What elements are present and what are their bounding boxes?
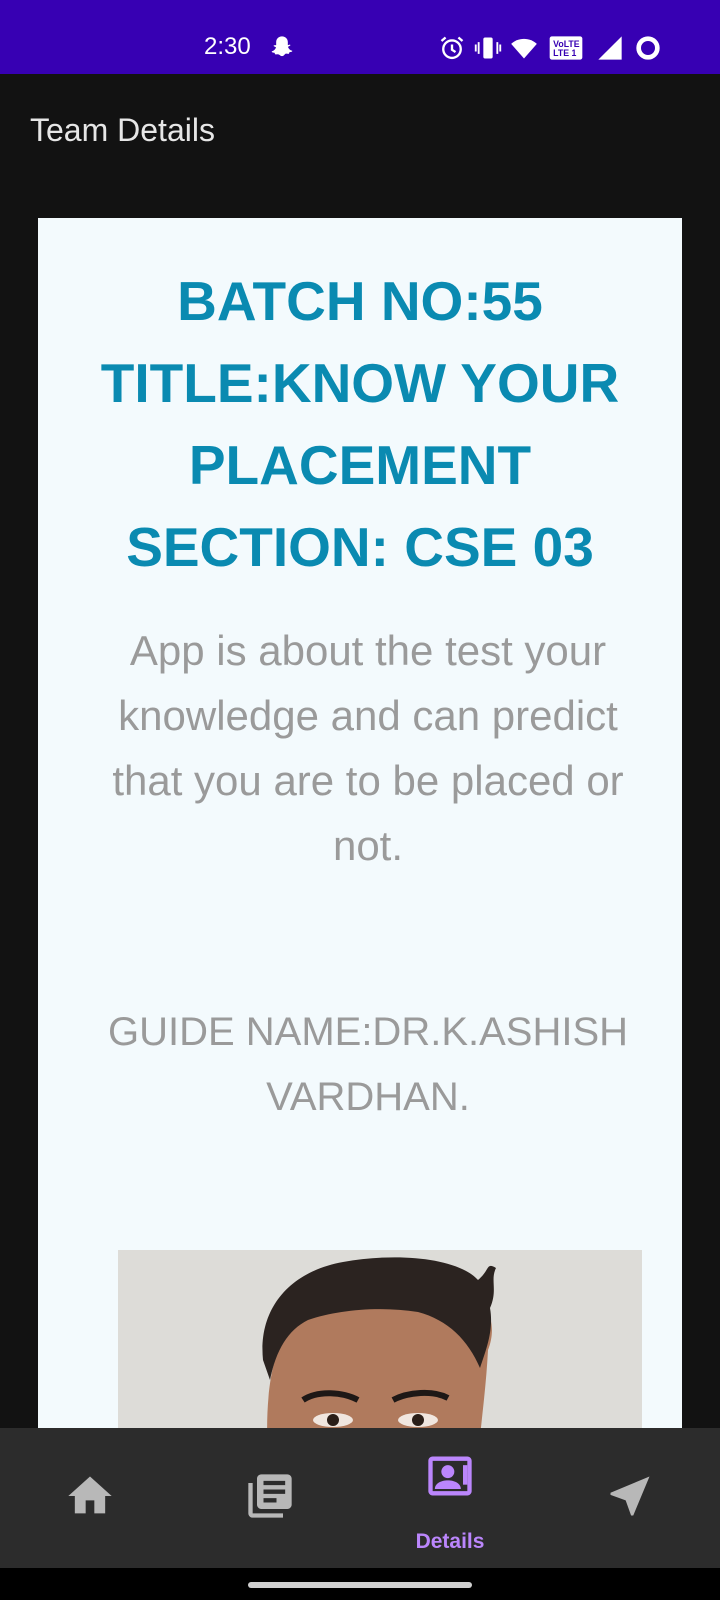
snapchat-icon — [271, 36, 293, 57]
gesture-area — [0, 1568, 720, 1600]
vibrate-icon — [474, 37, 502, 59]
library-books-icon — [248, 1474, 292, 1518]
project-title-line-2: PLACEMENT — [188, 434, 532, 496]
gesture-handle[interactable] — [248, 1582, 472, 1588]
nav-item-navigation[interactable] — [540, 1428, 720, 1568]
nav-label-details: Details — [415, 1530, 485, 1553]
app-bar: Team Details — [0, 74, 720, 184]
wifi-icon — [511, 38, 537, 59]
bottom-navigation: Details — [0, 1428, 720, 1568]
contact-card-icon — [428, 1456, 472, 1496]
nav-item-library[interactable] — [180, 1428, 360, 1568]
guide-name: GUIDE NAME:DR.K.ASHISH VARDHAN. — [107, 1010, 629, 1119]
page-title: Team Details — [30, 112, 215, 148]
status-bar: 2:30 VoLTE LTE 1 — [0, 0, 720, 74]
team-details-card: BATCH NO:55 TITLE:KNOW YOUR PLACEMENT SE… — [38, 218, 682, 1428]
signal-icon — [598, 36, 622, 60]
alarm-icon — [440, 36, 464, 60]
section-label: SECTION: CSE 03 — [126, 516, 594, 578]
volte-icon: VoLTE LTE 1 — [549, 36, 583, 60]
home-icon — [68, 1476, 112, 1514]
nav-item-home[interactable] — [0, 1428, 180, 1568]
project-header: BATCH NO:55 TITLE:KNOW YOUR PLACEMENT SE… — [38, 260, 682, 588]
navigation-arrow-icon — [610, 1476, 650, 1516]
project-title-line-1: TITLE:KNOW YOUR — [100, 352, 620, 414]
ring-icon — [636, 36, 660, 60]
svg-text:LTE 1: LTE 1 — [553, 48, 576, 58]
app-description: App is about the test your knowledge and… — [112, 627, 624, 869]
nav-item-details[interactable]: Details — [360, 1428, 540, 1568]
team-member-photo — [118, 1250, 642, 1428]
batch-number: BATCH NO:55 — [177, 270, 543, 332]
person-photo-image — [118, 1250, 642, 1428]
status-time: 2:30 — [204, 33, 251, 60]
